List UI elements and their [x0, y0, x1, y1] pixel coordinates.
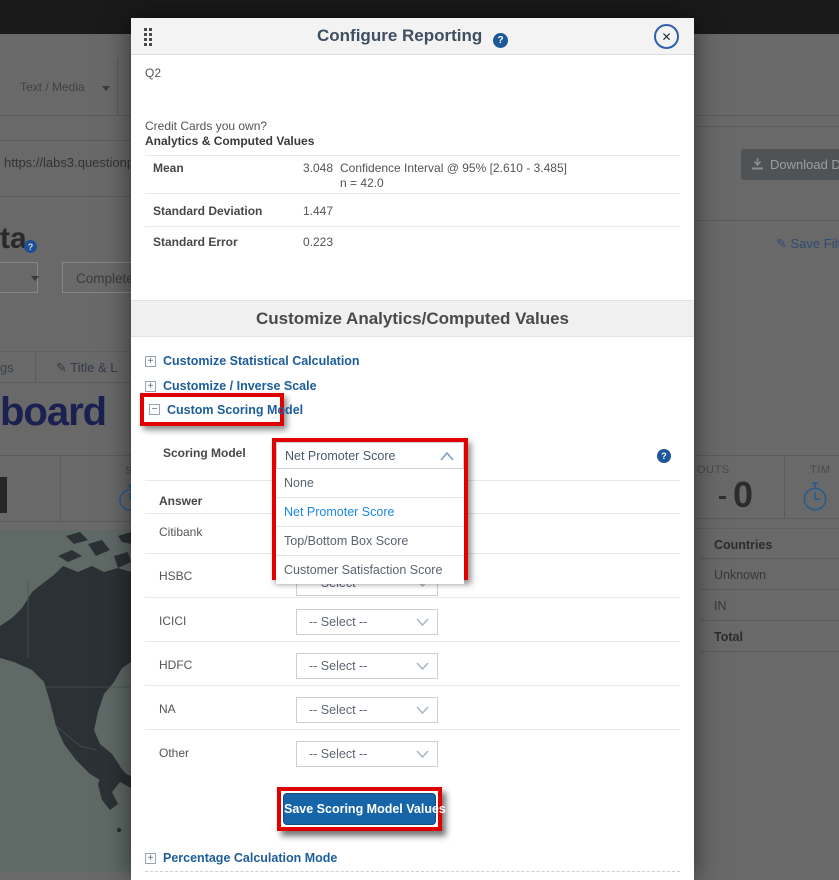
stopwatch-icon	[800, 480, 830, 514]
world-map	[0, 530, 131, 872]
download-data-button[interactable]: Download Data	[741, 149, 839, 180]
collapse-icon: −	[149, 404, 160, 415]
download-icon	[751, 158, 764, 170]
text-media-label: Text / Media	[20, 80, 85, 94]
stat-value: 3.048	[303, 161, 333, 175]
screen: Text / Media https://labs3.questionpro t…	[0, 0, 839, 880]
answer-row-label: HSBC	[159, 569, 192, 583]
section-custom-scoring-model[interactable]: − Custom Scoring Model	[149, 403, 303, 417]
other-select[interactable]: -- Select --	[296, 741, 438, 767]
geo-table-row: IN	[714, 599, 727, 613]
help-icon[interactable]: ?	[493, 33, 508, 48]
tab-title-logo-label: Title & L	[70, 360, 117, 375]
expand-icon: +	[145, 356, 156, 367]
tile-value-fragment	[0, 477, 7, 513]
caret-down-icon	[102, 86, 110, 91]
tile-dash	[719, 496, 726, 499]
expand-icon: +	[145, 381, 156, 392]
dropouts-value: 0	[733, 474, 753, 516]
answer-row-label: NA	[159, 702, 176, 716]
scoring-model-label: Scoring Model	[163, 446, 246, 460]
question-text: Credit Cards you own?	[145, 119, 267, 133]
stat-value: 0.223	[303, 235, 333, 249]
scoring-dropdown-highlight: Net Promoter Score None Net Promoter Sco…	[272, 438, 468, 580]
stat-label: Standard Error	[153, 235, 238, 249]
answer-row-label: Citibank	[159, 525, 202, 539]
geo-table-footer: Total	[714, 630, 743, 644]
close-button[interactable]: ✕	[654, 24, 679, 49]
time-label-fragment: TIM	[810, 464, 830, 476]
tab-title-logo[interactable]: ✎ Title & L	[56, 360, 118, 376]
custom-scoring-model-highlight: − Custom Scoring Model	[140, 393, 284, 426]
data-heading-fragment: ta	[0, 222, 27, 256]
chevron-up-icon	[440, 452, 454, 461]
stat-note: n = 42.0	[340, 176, 384, 190]
option-customer-satisfaction-score[interactable]: Customer Satisfaction Score	[276, 555, 464, 584]
section-inverse-scale[interactable]: + Customize / Inverse Scale	[145, 379, 317, 393]
pencil-icon: ✎	[776, 236, 787, 251]
icici-select[interactable]: -- Select --	[296, 609, 438, 635]
dropouts-label-fragment: OUTS	[697, 464, 730, 476]
section-percentage-calculation-mode[interactable]: + Percentage Calculation Mode	[145, 851, 337, 865]
divider	[145, 871, 680, 872]
chevron-down-icon	[416, 750, 429, 758]
geo-table-row: Unknown	[714, 568, 766, 582]
option-net-promoter-score[interactable]: Net Promoter Score	[276, 497, 464, 526]
analytics-heading: Analytics & Computed Values	[145, 134, 314, 148]
dashboard-heading-fragment: board	[0, 390, 106, 435]
question-code: Q2	[145, 66, 161, 80]
stat-value: 1.447	[303, 204, 333, 218]
stat-label: Standard Deviation	[153, 204, 262, 218]
answer-column-header: Answer	[159, 494, 202, 508]
mini-dropdown[interactable]	[0, 262, 38, 293]
tab-fragment-left[interactable]: gs	[0, 360, 14, 375]
configure-reporting-modal: Configure Reporting ? ✕ Q2 Credit Cards …	[131, 18, 694, 880]
hdfc-select[interactable]: -- Select --	[296, 653, 438, 679]
chevron-down-icon	[416, 706, 429, 714]
answer-row-label: HDFC	[159, 658, 192, 672]
close-icon: ✕	[661, 30, 671, 44]
save-filter-label: Save Filt	[791, 236, 839, 251]
chevron-down-icon	[416, 618, 429, 626]
answer-row-label: ICICI	[159, 614, 186, 628]
help-icon[interactable]: ?	[24, 240, 37, 253]
expand-icon: +	[145, 853, 156, 864]
download-data-label: Download Data	[770, 157, 839, 172]
answer-row-label: Other	[159, 746, 189, 760]
pencil-icon: ✎	[56, 360, 67, 375]
option-none[interactable]: None	[276, 469, 464, 497]
scoring-model-select[interactable]: Net Promoter Score	[276, 442, 464, 469]
save-filter-link[interactable]: ✎ Save Filt	[776, 236, 839, 252]
survey-url-text: https://labs3.questionpro	[4, 155, 131, 170]
geo-table-header: Countries	[714, 538, 772, 552]
stat-label: Mean	[153, 161, 184, 175]
stat-note: Confidence Interval @ 95% [2.610 - 3.485…	[340, 161, 567, 175]
save-scoring-model-button[interactable]: Save Scoring Model Values	[283, 793, 436, 825]
section-statistical-calculation[interactable]: + Customize Statistical Calculation	[145, 354, 360, 368]
modal-title: Configure Reporting ?	[131, 26, 694, 48]
help-icon[interactable]: ?	[657, 449, 671, 463]
chevron-down-icon	[416, 662, 429, 670]
customize-heading: Customize Analytics/Computed Values	[131, 300, 694, 337]
na-select[interactable]: -- Select --	[296, 697, 438, 723]
option-top-bottom-box-score[interactable]: Top/Bottom Box Score	[276, 526, 464, 555]
text-media-dropdown[interactable]: Text / Media	[0, 58, 118, 115]
